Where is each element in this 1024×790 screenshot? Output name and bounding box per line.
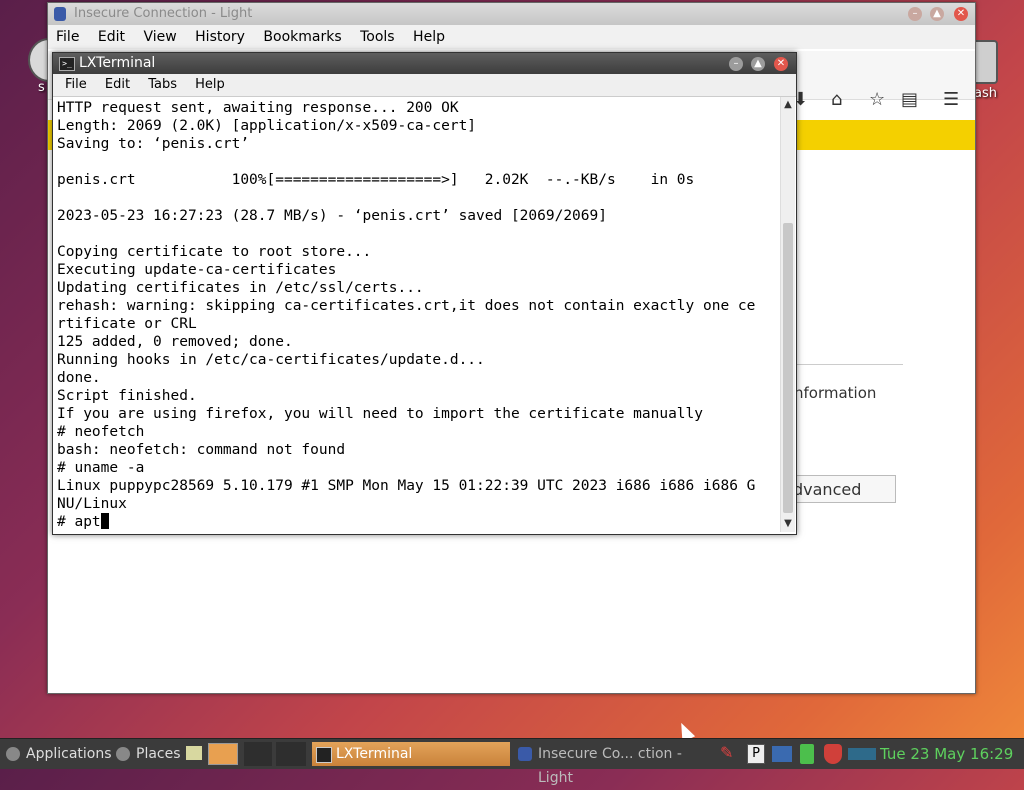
reader-icon[interactable]: ▤ (901, 89, 918, 110)
terminal-menu-tabs[interactable]: Tabs (148, 77, 177, 92)
hamburger-menu-icon[interactable]: ☰ (943, 89, 959, 110)
terminal-menubar: File Edit Tabs Help (53, 74, 796, 97)
places-label: Places (136, 746, 181, 762)
terminal-line: Executing update-ca-certificates (57, 262, 337, 278)
terminal-line: rtificate or CRL (57, 316, 197, 332)
close-icon[interactable]: ✕ (954, 7, 968, 21)
terminal-line: If you are using firefox, you will need … (57, 406, 704, 422)
menu-bookmarks[interactable]: Bookmarks (263, 29, 341, 45)
clock[interactable]: Tue 23 May 16:29 (880, 739, 1013, 769)
terminal-line: Updating certificates in /etc/ssl/certs.… (57, 280, 424, 296)
tray-p-icon[interactable]: P (747, 744, 765, 764)
terminal-maximize-icon[interactable]: ▲ (751, 57, 765, 71)
terminal-line: 125 added, 0 removed; done. (57, 334, 293, 350)
menu-tools[interactable]: Tools (360, 29, 395, 45)
terminal-scroll-thumb[interactable] (783, 223, 793, 513)
menu-edit[interactable]: Edit (98, 29, 125, 45)
terminal-line: Length: 2069 (2.0K) [application/x-x509-… (57, 118, 477, 134)
terminal-line: # uname -a (57, 460, 145, 476)
applications-icon (6, 747, 20, 761)
browser-titlebar[interactable]: Insecure Connection - Light – ▲ ✕ (48, 3, 975, 25)
terminal-line: done. (57, 370, 101, 386)
scroll-down-arrow-icon[interactable]: ▼ (782, 518, 794, 530)
terminal-titlebar[interactable]: >_ LXTerminal – ▲ ✕ (53, 53, 796, 74)
terminal-cursor (100, 513, 109, 529)
terminal-title: LXTerminal (79, 55, 156, 71)
terminal-scrollbar[interactable]: ▲ ▼ (780, 97, 795, 532)
terminal-app-icon: >_ (59, 57, 75, 71)
browser-app-icon (54, 7, 66, 21)
terminal-line: HTTP request sent, awaiting response... … (57, 100, 459, 116)
terminal-menu-file[interactable]: File (65, 77, 87, 92)
browser-menubar: File Edit View History Bookmarks Tools H… (48, 25, 975, 49)
more-information-link[interactable]: nformation (794, 384, 876, 402)
minimize-icon[interactable]: – (908, 7, 922, 21)
menu-help[interactable]: Help (413, 29, 445, 45)
terminal-output[interactable]: HTTP request sent, awaiting response... … (57, 99, 779, 531)
terminal-line: Copying certificate to root store... (57, 244, 372, 260)
applications-menu[interactable]: Applications (2, 742, 112, 766)
workspace-2[interactable] (244, 742, 272, 766)
terminal-line: 2023-05-23 16:27:23 (28.7 MB/s) - ‘penis… (57, 208, 607, 224)
menu-file[interactable]: File (56, 29, 79, 45)
terminal-line: NU/Linux (57, 496, 127, 512)
maximize-icon[interactable]: ▲ (930, 7, 944, 21)
workspace-3[interactable] (276, 742, 306, 766)
terminal-line: Linux puppypc28569 5.10.179 #1 SMP Mon M… (57, 478, 756, 494)
applications-label: Applications (26, 746, 112, 762)
home-icon[interactable]: ⌂ (831, 89, 842, 110)
terminal-menu-help[interactable]: Help (195, 77, 225, 92)
browser-task-icon (518, 747, 532, 761)
menu-history[interactable]: History (195, 29, 245, 45)
scroll-up-arrow-icon[interactable]: ▲ (782, 99, 794, 111)
tray-network-icon[interactable] (772, 746, 792, 762)
terminal-line: # neofetch (57, 424, 145, 440)
terminal-menu-edit[interactable]: Edit (105, 77, 130, 92)
terminal-line: Script finished. (57, 388, 197, 404)
launcher-files-icon[interactable] (208, 743, 238, 765)
task-lxterminal-label: LXTerminal (336, 746, 413, 762)
places-icon (116, 747, 130, 761)
terminal-prompt: # apt (57, 514, 101, 530)
browser-title: Insecure Connection - Light (74, 6, 253, 21)
menu-view[interactable]: View (143, 29, 176, 45)
terminal-line: bash: neofetch: command not found (57, 442, 346, 458)
terminal-window: >_ LXTerminal – ▲ ✕ File Edit Tabs Help … (52, 52, 797, 535)
task-browser-label: Insecure Co... ction - Light (538, 746, 682, 786)
terminal-prompt-line[interactable]: # apt (57, 513, 779, 531)
terminal-minimize-icon[interactable]: – (729, 57, 743, 71)
desktop-icon-trash-label: ash (974, 86, 997, 101)
launcher-notes-icon[interactable] (186, 746, 202, 760)
terminal-line: rehash: warning: skipping ca-certificate… (57, 298, 756, 314)
terminal-task-icon (316, 747, 332, 763)
tray-shield-icon[interactable] (824, 744, 842, 764)
tray-battery-icon[interactable] (800, 744, 814, 764)
tray-volume-icon[interactable] (848, 748, 876, 760)
terminal-line: Saving to: ‘penis.crt’ (57, 136, 250, 152)
desktop-icon-left-label: s (38, 80, 45, 95)
tray-pen-icon[interactable]: ✎ (720, 745, 736, 761)
places-menu[interactable]: Places (112, 742, 184, 766)
task-lxterminal[interactable]: LXTerminal (312, 742, 510, 766)
content-divider (793, 364, 903, 365)
terminal-line: penis.crt 100%[===================>] 2.0… (57, 172, 695, 188)
terminal-line: Running hooks in /etc/ca-certificates/up… (57, 352, 485, 368)
bookmark-star-icon[interactable]: ☆ (869, 89, 885, 110)
terminal-close-icon[interactable]: ✕ (774, 57, 788, 71)
taskbar: Applications Places LXTerminal Insecure … (0, 738, 1024, 786)
task-browser[interactable]: Insecure Co... ction - Light (514, 742, 710, 786)
